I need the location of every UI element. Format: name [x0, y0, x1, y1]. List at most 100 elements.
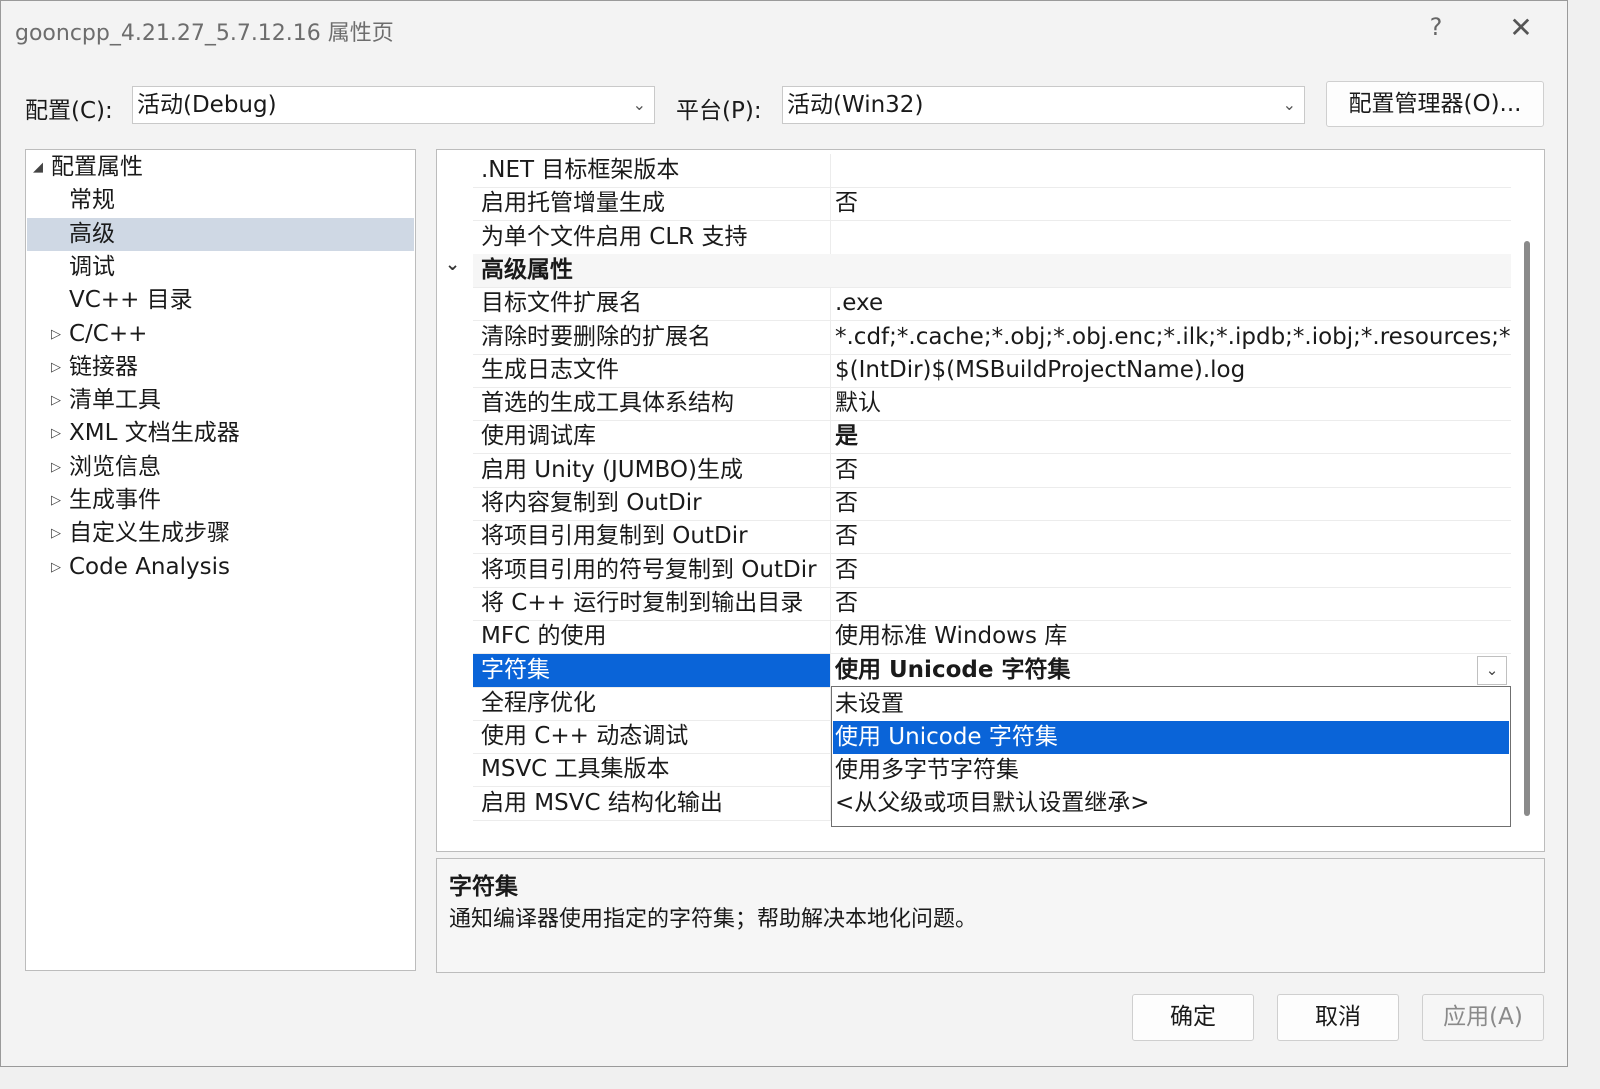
- expand-arrow-icon[interactable]: ▷: [51, 451, 61, 484]
- property-value[interactable]: 否: [835, 487, 1511, 520]
- dropdown-option[interactable]: 使用多字节字符集: [833, 754, 1509, 787]
- property-row[interactable]: 清除时要删除的扩展名 *.cdf;*.cache;*.obj;*.obj.enc;…: [473, 320, 1511, 355]
- property-row[interactable]: 启用 Unity (JUMBO)生成 否: [473, 453, 1511, 488]
- property-category[interactable]: ⌄ 高级属性: [445, 253, 1511, 288]
- expand-arrow-icon[interactable]: ▷: [51, 318, 61, 351]
- property-row[interactable]: 首选的生成工具体系结构 默认: [473, 387, 1511, 422]
- vertical-scrollbar[interactable]: [1524, 241, 1530, 816]
- config-select[interactable]: 活动(Debug) ⌄: [132, 86, 655, 124]
- close-icon[interactable]: ✕: [1501, 11, 1541, 44]
- property-name: 使用 C++ 动态调试: [481, 723, 689, 750]
- tree-item[interactable]: VC++ 目录: [27, 284, 414, 317]
- column-divider[interactable]: [830, 586, 831, 620]
- dropdown-option[interactable]: 使用 Unicode 字符集: [833, 721, 1509, 754]
- property-row[interactable]: 启用托管增量生成 否: [473, 187, 1511, 222]
- tree-item-label: 生成事件: [69, 487, 161, 513]
- property-value[interactable]: 使用标准 Windows 库: [835, 620, 1511, 653]
- property-value[interactable]: 否: [835, 520, 1511, 553]
- column-divider[interactable]: [830, 653, 831, 687]
- description-text: 通知编译器使用指定的字符集；帮助解决本地化问题。: [449, 907, 978, 932]
- property-row[interactable]: .NET 目标框架版本: [473, 154, 1511, 188]
- property-value[interactable]: 否: [835, 587, 1511, 620]
- tree-item[interactable]: ▷ 自定义生成步骤: [27, 517, 414, 550]
- column-divider[interactable]: [830, 420, 831, 454]
- property-value[interactable]: [835, 221, 1511, 254]
- apply-button[interactable]: 应用(A): [1422, 994, 1544, 1041]
- column-divider[interactable]: [830, 220, 831, 254]
- tree-item[interactable]: ▷ 清单工具: [27, 384, 414, 417]
- property-value[interactable]: 否: [835, 187, 1511, 220]
- property-value[interactable]: $(IntDir)$(MSBuildProjectName).log: [835, 354, 1511, 387]
- dropdown-option[interactable]: <从父级或项目默认设置继承>: [833, 787, 1509, 820]
- config-manager-button[interactable]: 配置管理器(O)...: [1326, 81, 1544, 127]
- property-row[interactable]: 生成日志文件 $(IntDir)$(MSBuildProjectName).log: [473, 353, 1511, 388]
- property-name: 启用 Unity (JUMBO)生成: [481, 456, 743, 483]
- property-row[interactable]: 将项目引用复制到 OutDir 否: [473, 520, 1511, 555]
- config-label: 配置(C):: [25, 98, 113, 124]
- property-name: 启用托管增量生成: [481, 190, 665, 217]
- property-name: 清除时要删除的扩展名: [481, 323, 711, 350]
- property-value[interactable]: *.cdf;*.cache;*.obj;*.obj.enc;*.ilk;*.ip…: [835, 321, 1511, 354]
- platform-select[interactable]: 活动(Win32) ⌄: [782, 86, 1305, 124]
- property-row[interactable]: 字符集 使用 Unicode 字符集 ⌄: [473, 653, 1511, 688]
- property-name: 为单个文件启用 CLR 支持: [481, 223, 748, 250]
- tree-item[interactable]: ▷ 浏览信息: [27, 451, 414, 484]
- column-divider[interactable]: [830, 320, 831, 354]
- column-divider[interactable]: [830, 353, 831, 387]
- property-row[interactable]: 将 C++ 运行时复制到输出目录 否: [473, 586, 1511, 621]
- tree-item[interactable]: ▷ XML 文档生成器: [27, 417, 414, 450]
- property-name: 字符集: [473, 653, 831, 687]
- expand-arrow-icon[interactable]: ▷: [51, 384, 61, 417]
- property-value[interactable]: .exe: [835, 287, 1511, 320]
- property-row[interactable]: 将内容复制到 OutDir 否: [473, 487, 1511, 521]
- tree-item-label: XML 文档生成器: [69, 420, 240, 447]
- dropdown-option[interactable]: 未设置: [833, 688, 1509, 721]
- platform-label: 平台(P):: [676, 98, 762, 124]
- property-value[interactable]: 否: [835, 454, 1511, 487]
- column-divider[interactable]: [830, 453, 831, 487]
- help-icon[interactable]: ?: [1421, 13, 1451, 41]
- property-value[interactable]: 默认: [835, 387, 1511, 420]
- expand-arrow-icon[interactable]: ▷: [51, 517, 61, 550]
- chevron-down-icon[interactable]: ⌄: [445, 248, 460, 281]
- property-value[interactable]: 使用 Unicode 字符集: [835, 654, 1511, 687]
- property-value[interactable]: [835, 154, 1511, 187]
- expand-arrow-icon[interactable]: ▷: [51, 484, 61, 517]
- tree-item[interactable]: ◢ 配置属性: [27, 151, 414, 184]
- column-divider[interactable]: [830, 487, 831, 520]
- property-name: MFC 的使用: [481, 623, 607, 650]
- column-divider[interactable]: [830, 520, 831, 554]
- tree-item[interactable]: ▷ Code Analysis: [27, 551, 414, 584]
- expand-arrow-icon[interactable]: ▷: [51, 351, 61, 384]
- column-divider[interactable]: [830, 287, 831, 321]
- tree-item[interactable]: 常规: [27, 184, 414, 217]
- column-divider[interactable]: [830, 620, 831, 654]
- tree-item[interactable]: ▷ 生成事件: [27, 484, 414, 517]
- ok-button[interactable]: 确定: [1132, 994, 1254, 1041]
- column-divider[interactable]: [830, 154, 831, 187]
- config-select-value: 活动(Debug): [137, 92, 277, 118]
- tree-item[interactable]: ▷ 链接器: [27, 351, 414, 384]
- property-row[interactable]: MFC 的使用 使用标准 Windows 库: [473, 620, 1511, 655]
- tree-item-label: 调试: [69, 253, 115, 280]
- property-value[interactable]: 是: [835, 420, 1511, 453]
- property-name: MSVC 工具集版本: [481, 756, 670, 783]
- expand-arrow-icon[interactable]: ▷: [51, 551, 61, 584]
- tree-item[interactable]: 调试: [27, 251, 414, 284]
- property-row[interactable]: 将项目引用的符号复制到 OutDir 否: [473, 553, 1511, 588]
- chevron-down-icon[interactable]: ⌄: [1477, 655, 1507, 685]
- property-value[interactable]: 否: [835, 554, 1511, 587]
- property-row[interactable]: 为单个文件启用 CLR 支持: [473, 220, 1511, 255]
- column-divider[interactable]: [830, 553, 831, 587]
- column-divider[interactable]: [830, 187, 831, 221]
- property-name: 将 C++ 运行时复制到输出目录: [481, 589, 804, 616]
- property-row[interactable]: 目标文件扩展名 .exe: [473, 287, 1511, 322]
- tree-item[interactable]: ▷ C/C++: [27, 318, 414, 351]
- cancel-button[interactable]: 取消: [1277, 994, 1399, 1041]
- collapse-arrow-icon[interactable]: ◢: [33, 151, 43, 184]
- column-divider[interactable]: [830, 387, 831, 421]
- property-name: .NET 目标框架版本: [481, 157, 680, 183]
- property-row[interactable]: 使用调试库 是: [473, 420, 1511, 455]
- tree-item[interactable]: 高级: [27, 217, 414, 251]
- expand-arrow-icon[interactable]: ▷: [51, 417, 61, 450]
